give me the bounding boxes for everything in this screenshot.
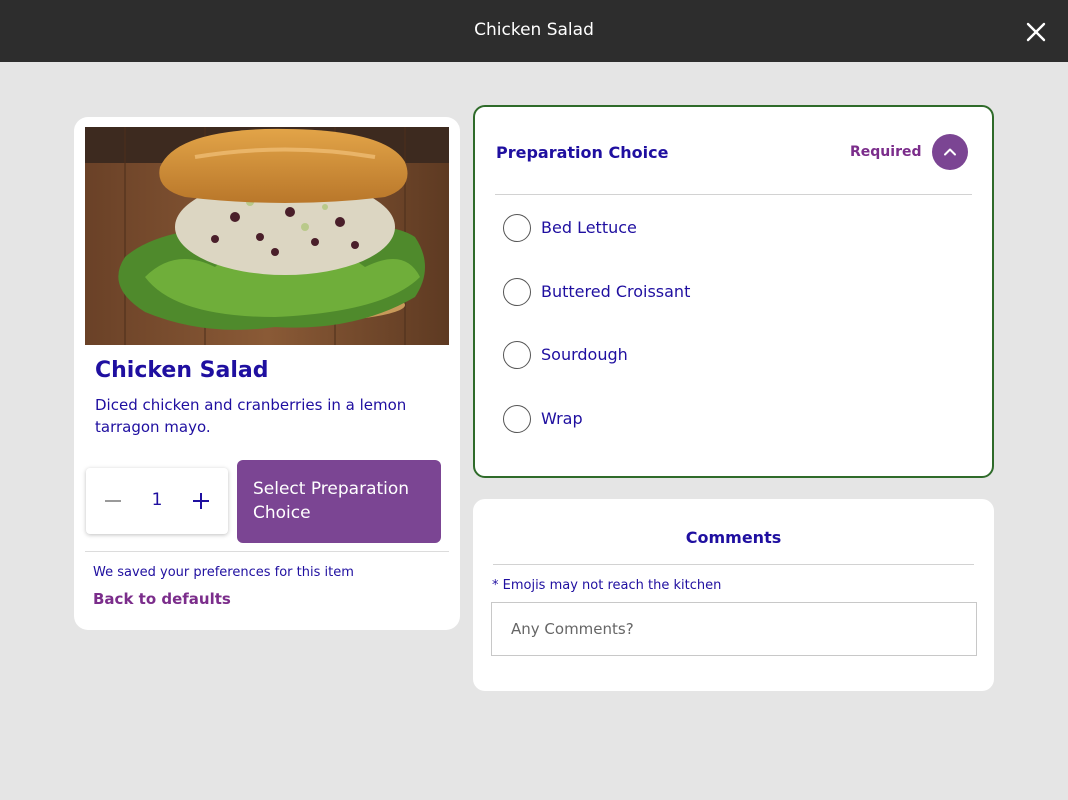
collapse-button[interactable]	[932, 134, 968, 170]
minus-icon	[105, 500, 121, 502]
option-sourdough[interactable]: Sourdough	[503, 341, 943, 371]
option-label: Sourdough	[541, 345, 628, 364]
emoji-warning: * Emojis may not reach the kitchen	[492, 578, 722, 593]
quantity-value: 1	[151, 490, 163, 510]
select-preparation-button[interactable]: Select Preparation Choice	[237, 460, 441, 543]
option-wrap[interactable]: Wrap	[503, 405, 943, 435]
increase-quantity-button[interactable]	[190, 490, 212, 512]
option-label: Bed Lettuce	[541, 218, 637, 237]
item-description: Diced chicken and cranberries in a lemon…	[95, 396, 407, 436]
option-bed-lettuce[interactable]: Bed Lettuce	[503, 214, 943, 244]
close-button[interactable]	[1022, 18, 1050, 46]
back-to-defaults-link[interactable]: Back to defaults	[93, 590, 231, 608]
saved-preferences-note: We saved your preferences for this item	[93, 565, 354, 580]
quantity-stepper: 1	[86, 468, 228, 534]
page-title: Chicken Salad	[474, 20, 594, 40]
divider	[493, 564, 974, 565]
preparation-choice-panel: Preparation Choice Required Bed Lettuce …	[473, 105, 994, 478]
preparation-title: Preparation Choice	[496, 143, 669, 162]
required-badge: Required	[850, 144, 922, 160]
radio-button[interactable]	[503, 405, 531, 433]
plus-icon	[193, 493, 209, 509]
food-photo	[85, 127, 449, 345]
radio-button[interactable]	[503, 278, 531, 306]
comments-title: Comments	[685, 528, 782, 547]
option-buttered-croissant[interactable]: Buttered Croissant	[503, 278, 943, 308]
option-label: Buttered Croissant	[541, 282, 691, 301]
divider	[85, 551, 449, 552]
divider	[495, 194, 972, 195]
close-icon	[1026, 22, 1046, 42]
item-card: Chicken Salad Diced chicken and cranberr…	[74, 117, 460, 630]
radio-button[interactable]	[503, 214, 531, 242]
radio-button[interactable]	[503, 341, 531, 369]
decrease-quantity-button[interactable]	[102, 490, 124, 512]
comments-panel: Comments * Emojis may not reach the kitc…	[473, 499, 994, 691]
chevron-up-icon	[944, 148, 956, 156]
comments-input[interactable]	[491, 602, 977, 656]
top-bar: Chicken Salad	[0, 0, 1068, 62]
item-name: Chicken Salad	[95, 358, 269, 383]
option-label: Wrap	[541, 409, 583, 428]
